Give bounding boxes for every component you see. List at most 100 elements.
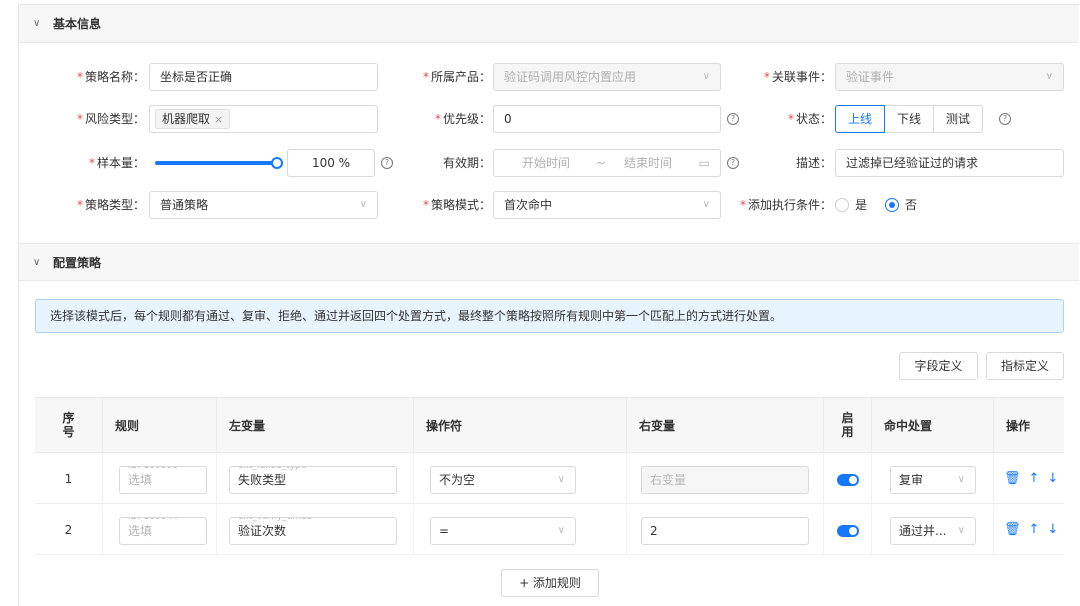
left-var-input[interactable]: ext_failed_type 失败类型: [229, 466, 397, 494]
action-cell: 🗑 ↑ ↓: [994, 454, 1064, 504]
right-var-input[interactable]: 2: [641, 517, 809, 545]
product-label: * 所属产品：: [422, 70, 491, 84]
condition-no-label[interactable]: 否: [905, 198, 917, 212]
rule-cell: ID: 100044 选填: [103, 505, 217, 555]
left-var-cell: ext_failed_type 失败类型: [217, 454, 414, 504]
priority-label: * 优先级：: [434, 112, 491, 126]
close-icon[interactable]: ×: [214, 113, 223, 126]
row-index: 1: [35, 454, 103, 504]
condition-yes-label[interactable]: 是: [855, 198, 867, 212]
delete-icon[interactable]: 🗑: [1004, 522, 1021, 537]
metric-definition-button[interactable]: 指标定义: [986, 352, 1064, 380]
rule-name-input[interactable]: ID: 100044 选填: [119, 517, 207, 545]
chevron-down-icon: ∨: [33, 18, 41, 29]
row-index: 2: [35, 505, 103, 555]
status-label: * 状态：: [787, 112, 832, 126]
help-icon[interactable]: ?: [999, 113, 1011, 125]
rule-name-input[interactable]: ID: 100008 选填: [119, 466, 207, 494]
policy-name-input[interactable]: 坐标是否正确: [149, 63, 378, 91]
operator-select[interactable]: 不为空 ∨: [430, 466, 576, 494]
sample-slider-handle[interactable]: [271, 157, 283, 169]
end-time-field[interactable]: 结束时间: [624, 150, 672, 176]
arrow-up-icon[interactable]: ↑: [1029, 471, 1040, 486]
right-var-input[interactable]: 右变量: [641, 466, 809, 494]
start-time-field[interactable]: 开始时间: [522, 150, 570, 176]
validity-label: 有效期：: [442, 156, 491, 170]
event-label: * 关联事件：: [763, 70, 832, 84]
help-icon[interactable]: ?: [381, 157, 393, 169]
config-section-header[interactable]: ∨ 配置策略: [19, 243, 1079, 281]
condition-yes-radio[interactable]: [835, 198, 849, 212]
range-separator: ~: [596, 156, 607, 170]
enable-switch[interactable]: [837, 474, 859, 486]
policy-mode-select[interactable]: 首次命中 ∨: [493, 191, 721, 219]
status-segmented: 上线 下线 测试: [835, 105, 984, 133]
enable-cell: [824, 454, 872, 504]
left-var-input[interactable]: ext_verify_times 验证次数: [229, 517, 397, 545]
chevron-down-icon: ∨: [557, 525, 565, 536]
left-var-key: ext_failed_type: [236, 467, 309, 472]
rule-cell: ID: 100008 选填: [103, 454, 217, 504]
operator-cell: 不为空 ∨: [414, 454, 627, 504]
arrow-down-icon[interactable]: ↓: [1047, 471, 1058, 486]
sample-label: * 样本量：: [88, 156, 145, 170]
condition-no-radio[interactable]: [885, 198, 899, 212]
priority-input[interactable]: 0: [493, 105, 721, 133]
hit-action-select[interactable]: 通过并... ∨: [890, 517, 976, 545]
policy-type-select[interactable]: 普通策略 ∨: [149, 191, 378, 219]
policy-form-page: ∨ 基本信息 * 策略名称： 坐标是否正确 * 所属产品： 验证码调用风控内置应用 ∨…: [18, 4, 1079, 606]
status-offline[interactable]: 下线: [884, 105, 935, 133]
chevron-down-icon: ∨: [957, 474, 965, 485]
right-var-cell: 右变量: [627, 454, 824, 504]
mode-info-alert: 选择该模式后，每个规则都有通过、复审、拒绝、通过并返回四个处置方式，最终整个策略…: [35, 299, 1064, 333]
enable-switch[interactable]: [837, 525, 859, 537]
operator-cell: = ∨: [414, 505, 627, 555]
sample-slider-track[interactable]: [155, 161, 275, 165]
field-definition-button[interactable]: 字段定义: [899, 352, 978, 380]
status-test[interactable]: 测试: [933, 105, 984, 133]
risk-tag: 机器爬取 ×: [155, 109, 231, 129]
col-action-header: 操作: [994, 398, 1064, 453]
product-select[interactable]: 验证码调用风控内置应用 ∨: [493, 63, 721, 91]
action-cell: 🗑 ↑ ↓: [994, 505, 1064, 555]
left-var-key: ext_verify_times: [236, 518, 314, 523]
enable-cell: [824, 505, 872, 555]
policy-name-label: * 策略名称：: [76, 70, 145, 84]
risk-type-label: * 风险类型：: [76, 112, 145, 126]
add-condition-label: * 添加执行条件：: [739, 198, 832, 212]
col-right-var-header: 右变量: [627, 398, 824, 453]
description-input[interactable]: 过滤掉已经验证过的请求: [835, 149, 1064, 177]
arrow-up-icon[interactable]: ↑: [1029, 522, 1040, 537]
arrow-down-icon[interactable]: ↓: [1047, 522, 1058, 537]
risk-type-select[interactable]: 机器爬取 ×: [149, 105, 378, 133]
add-rule-button[interactable]: + 添加规则: [501, 569, 599, 597]
rule-id-label: ID: 100008: [126, 467, 180, 472]
sample-input[interactable]: 100 %: [287, 149, 375, 177]
validity-range-picker[interactable]: 开始时间 ~ 结束时间 ▭: [493, 149, 721, 177]
col-enable-header: 启用: [824, 398, 872, 453]
col-left-var-header: 左变量: [217, 398, 414, 453]
chevron-down-icon: ∨: [557, 474, 565, 485]
basic-info-section-header[interactable]: ∨ 基本信息: [19, 5, 1079, 43]
event-select[interactable]: 验证事件 ∨: [835, 63, 1064, 91]
left-var-cell: ext_verify_times 验证次数: [217, 505, 414, 555]
right-var-cell: 2: [627, 505, 824, 555]
hit-cell: 通过并... ∨: [872, 505, 994, 555]
help-icon[interactable]: ?: [727, 113, 739, 125]
col-hit-header: 命中处置: [872, 398, 994, 453]
delete-icon[interactable]: 🗑: [1004, 471, 1021, 486]
operator-select[interactable]: = ∨: [430, 517, 576, 545]
description-label: 描述：: [795, 156, 832, 170]
hit-cell: 复审 ∨: [872, 454, 994, 504]
section-title: 配置策略: [53, 255, 102, 270]
status-online[interactable]: 上线: [835, 105, 886, 133]
rules-table: 序号 规则 左变量 操作符 右变量 启用 命中处置 操作 1 ID: 10000…: [35, 397, 1064, 555]
calendar-icon: ▭: [698, 156, 710, 170]
chevron-down-icon: ∨: [1045, 71, 1053, 82]
policy-type-label: * 策略类型：: [76, 198, 145, 212]
chevron-down-icon: ∨: [33, 256, 41, 268]
hit-action-select[interactable]: 复审 ∨: [890, 466, 976, 494]
chevron-down-icon: ∨: [359, 199, 367, 210]
help-icon[interactable]: ?: [727, 157, 739, 169]
col-index-header: 序号: [35, 398, 103, 453]
